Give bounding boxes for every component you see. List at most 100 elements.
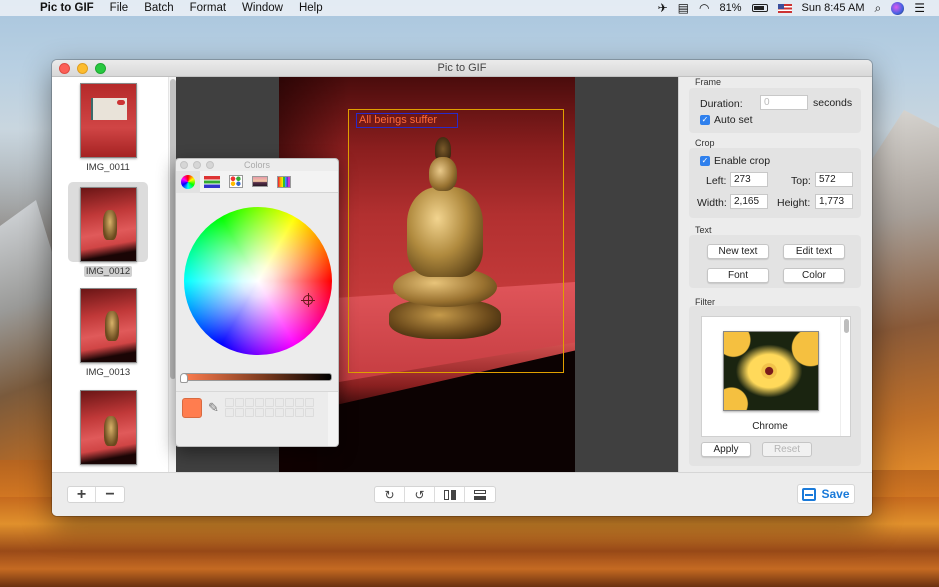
empty-swatch[interactable] [295, 398, 304, 407]
seconds-label: seconds [813, 97, 853, 109]
crop-rectangle[interactable] [348, 109, 564, 373]
menu-window[interactable]: Window [242, 0, 283, 16]
colors-panel-titlebar[interactable]: Colors [176, 159, 338, 171]
color-button[interactable]: Color [783, 268, 845, 283]
empty-swatch[interactable] [225, 398, 234, 407]
empty-swatch[interactable] [305, 408, 314, 417]
panel-close-button[interactable] [180, 161, 188, 169]
menu-file[interactable]: File [110, 0, 129, 16]
rotate-clockwise-button[interactable]: ↻ [375, 487, 405, 502]
empty-swatch[interactable] [265, 408, 274, 417]
empty-swatch[interactable] [305, 398, 314, 407]
clock[interactable]: Sun 8:45 AM [802, 2, 865, 14]
title-bar[interactable]: Pic to GIF [52, 60, 872, 77]
menu-app[interactable]: Pic to GIF [40, 0, 94, 16]
empty-swatch[interactable] [285, 398, 294, 407]
filter-scrollbar[interactable] [840, 317, 850, 436]
tab-image-palettes[interactable] [248, 171, 272, 193]
empty-swatch[interactable] [245, 398, 254, 407]
tab-color-palettes[interactable] [224, 171, 248, 193]
remove-image-button[interactable]: − [96, 486, 124, 503]
siri-icon[interactable] [891, 1, 905, 15]
image-list-sidebar: IMG_0011 IMG_0012 IMG_0013 [52, 77, 176, 472]
crop-section-label: Crop [695, 138, 715, 148]
color-wheel[interactable] [184, 207, 332, 355]
input-source-flag-icon[interactable] [777, 3, 792, 13]
empty-swatch[interactable] [245, 408, 254, 417]
eyedropper-icon[interactable]: ✎ [208, 400, 219, 416]
menu-help[interactable]: Help [299, 0, 323, 16]
current-color-swatch[interactable] [182, 398, 202, 418]
add-remove-control: + − [67, 486, 125, 503]
empty-swatch[interactable] [255, 398, 264, 407]
save-button[interactable]: Save [797, 484, 855, 504]
desktop-mountain-right [869, 110, 939, 470]
notification-center-icon[interactable]: ☰ [914, 0, 925, 16]
tab-color-wheel[interactable] [176, 170, 200, 193]
filter-name: Chrome [752, 421, 788, 432]
auto-set-checkbox[interactable]: ✓ Auto set [700, 114, 753, 126]
duration-field[interactable]: 0 [760, 95, 808, 110]
image-list-item[interactable]: IMG_0011 [68, 83, 148, 173]
new-text-button[interactable]: New text [707, 244, 769, 259]
crop-top-field[interactable]: 572 [815, 172, 853, 187]
rotate-counterclockwise-button[interactable]: ↺ [405, 487, 435, 502]
panel-minimize-button[interactable] [193, 161, 201, 169]
panel-window-controls [180, 161, 214, 169]
filter-list[interactable]: Chrome [701, 316, 851, 437]
battery-icon[interactable] [751, 4, 768, 12]
scrollbar-knob[interactable] [844, 319, 849, 333]
empty-swatch[interactable] [225, 408, 234, 417]
wifi-icon[interactable]: ◠ [699, 0, 709, 16]
empty-swatch[interactable] [295, 408, 304, 417]
flip-vertical-button[interactable] [465, 487, 495, 502]
image-thumbnail [79, 83, 137, 158]
zoom-button[interactable] [95, 63, 106, 74]
text-overlay[interactable]: All beings suffer [359, 114, 437, 126]
empty-swatch[interactable] [255, 408, 264, 417]
storage-icon[interactable]: ▤ [678, 0, 689, 16]
brightness-slider[interactable] [182, 373, 332, 381]
checkmark-icon: ✓ [700, 115, 710, 125]
add-image-button[interactable]: + [68, 486, 96, 503]
crop-left-field[interactable]: 273 [730, 172, 768, 187]
checkmark-icon: ✓ [700, 156, 710, 166]
saved-swatches-grid [225, 398, 314, 417]
edit-text-button[interactable]: Edit text [783, 244, 845, 259]
colors-panel: Colors ✎ [175, 158, 339, 447]
image-palettes-icon [252, 176, 268, 187]
empty-swatch[interactable] [275, 408, 284, 417]
frame-group: Duration: 0 seconds ✓ Auto set [689, 88, 861, 133]
left-label: Left: [706, 175, 727, 187]
apply-filter-button[interactable]: Apply [701, 442, 751, 457]
menu-batch[interactable]: Batch [144, 0, 173, 16]
airmail-icon[interactable]: ✈ [658, 0, 668, 16]
flip-horizontal-button[interactable] [435, 487, 465, 502]
window-title: Pic to GIF [437, 62, 487, 74]
tab-pencils[interactable] [272, 171, 296, 193]
brightness-slider-knob[interactable] [180, 373, 188, 383]
filter-preview-thumbnail[interactable] [723, 331, 819, 411]
crop-width-field[interactable]: 2,165 [730, 194, 768, 209]
empty-swatch[interactable] [265, 398, 274, 407]
battery-percent: 81% [719, 2, 742, 14]
empty-swatch[interactable] [235, 398, 244, 407]
tab-color-sliders[interactable] [200, 171, 224, 193]
image-list-item[interactable]: IMG_0013 [68, 288, 148, 378]
bottom-toolbar: + − ↻ ↺ Save [52, 472, 872, 516]
font-button[interactable]: Font [707, 268, 769, 283]
empty-swatch[interactable] [285, 408, 294, 417]
panel-zoom-button[interactable] [206, 161, 214, 169]
empty-swatch[interactable] [275, 398, 284, 407]
close-button[interactable] [59, 63, 70, 74]
spotlight-search-icon[interactable]: ⌕ [875, 0, 882, 16]
empty-swatch[interactable] [235, 408, 244, 417]
image-list-item-selected[interactable]: IMG_0012 [68, 182, 148, 277]
color-wheel-crosshair-icon[interactable] [301, 293, 315, 307]
minimize-button[interactable] [77, 63, 88, 74]
crop-height-field[interactable]: 1,773 [815, 194, 853, 209]
menu-format[interactable]: Format [190, 0, 226, 16]
enable-crop-checkbox[interactable]: ✓ Enable crop [700, 155, 770, 167]
image-list-item[interactable] [68, 390, 148, 465]
color-swatches-area: ✎ [176, 391, 338, 446]
